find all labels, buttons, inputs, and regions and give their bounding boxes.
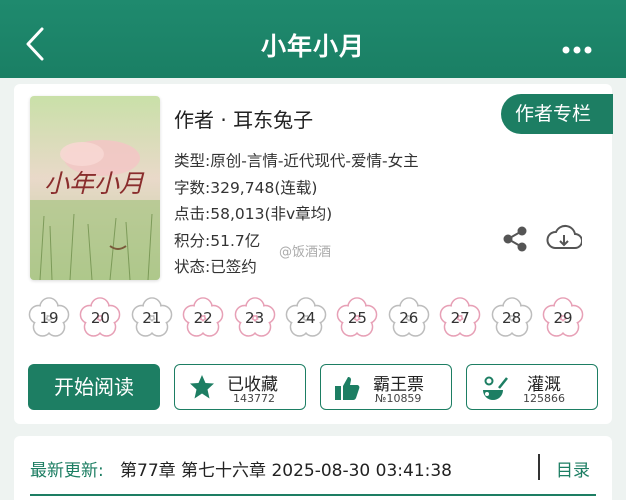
calendar-day-number: 21: [142, 309, 162, 327]
bawangpiao-count: №10859: [375, 392, 422, 405]
calendar-day: 29: [542, 296, 584, 342]
calendar-day: 23: [234, 296, 276, 342]
watermark: @饭酒酒: [279, 245, 332, 260]
share-button[interactable]: [500, 224, 530, 254]
latest-update-label: 最新更新:: [30, 461, 104, 481]
calendar-day: 20: [79, 296, 121, 342]
share-icon: [503, 226, 527, 252]
bawangpiao-button[interactable]: 霸王票 №10859: [320, 364, 452, 410]
calendar-day-number: 19: [39, 309, 59, 327]
calendar-day: 24: [285, 296, 327, 342]
cloud-download-icon: [546, 224, 583, 249]
info-clicks: 点击:58,013(非v章均): [174, 205, 333, 223]
calendar-day-number: 25: [347, 309, 367, 327]
calendar-day: 27: [439, 296, 481, 342]
calendar-day-number: 22: [193, 309, 213, 327]
divider: [30, 494, 596, 496]
book-cover[interactable]: 小年小月: [30, 96, 160, 280]
info-type: 类型:原创-言情-近代现代-爱情-女主: [174, 152, 419, 170]
app-header: 小年小月: [0, 0, 626, 78]
cover-title-art: 小年小月: [44, 169, 145, 198]
latest-update-text[interactable]: 第77章 第七十六章 2025-08-30 03:41:38: [120, 456, 452, 481]
more-button[interactable]: [562, 40, 592, 54]
start-reading-button[interactable]: 开始阅读: [28, 364, 160, 410]
book-detail-page: 小年小月 小年小月 作者 · 耳东兔子 作者专栏 类型:原创-言情-近代现代-爱…: [0, 0, 626, 500]
calendar-day: 22: [182, 296, 224, 342]
star-icon: [190, 375, 214, 399]
watering-icon: [483, 376, 508, 400]
download-button[interactable]: [546, 224, 583, 254]
cover-illustration: 小年小月: [30, 96, 160, 280]
page-title: 小年小月: [260, 32, 365, 61]
table-of-contents-link[interactable]: 目录: [556, 456, 590, 481]
calendar-day: 26: [388, 296, 430, 342]
calendar-day-number: 29: [553, 309, 573, 327]
info-words: 字数:329,748(连载): [174, 178, 318, 197]
calendar-day: 28: [491, 296, 533, 342]
thumbs-up-icon: [335, 377, 360, 400]
calendar-day-number: 26: [399, 309, 419, 327]
calendar-day: 21: [131, 296, 173, 342]
calendar-day-number: 27: [450, 309, 470, 327]
calendar-day-number: 28: [502, 309, 522, 327]
favorite-count: 143772: [233, 392, 275, 405]
divider: [538, 454, 540, 480]
calendar-day-number: 24: [296, 309, 316, 327]
latest-update-card: 最新更新: 第77章 第七十六章 2025-08-30 03:41:38 目录: [14, 436, 612, 500]
irrigate-count: 125866: [523, 392, 565, 405]
author-line[interactable]: 作者 · 耳东兔子: [174, 104, 313, 133]
calendar-day: 19: [28, 296, 70, 342]
calendar-day-number: 23: [245, 309, 265, 327]
more-dots-icon: [562, 46, 592, 54]
book-info-list: 类型:原创-言情-近代现代-爱情-女主 字数:329,748(连载) 点击:58…: [174, 148, 419, 281]
author-column-button[interactable]: 作者专栏: [501, 94, 613, 134]
book-info-card: 小年小月 作者 · 耳东兔子 作者专栏 类型:原创-言情-近代现代-爱情-女主 …: [14, 84, 613, 424]
irrigate-button[interactable]: 灌溉 125866: [466, 364, 598, 410]
favorite-button[interactable]: 已收藏 143772: [174, 364, 306, 410]
calendar-day-number: 20: [90, 309, 110, 327]
update-calendar: 19 20 21 22 23 24 25 26 27 28 29: [14, 296, 612, 346]
calendar-day: 25: [336, 296, 378, 342]
